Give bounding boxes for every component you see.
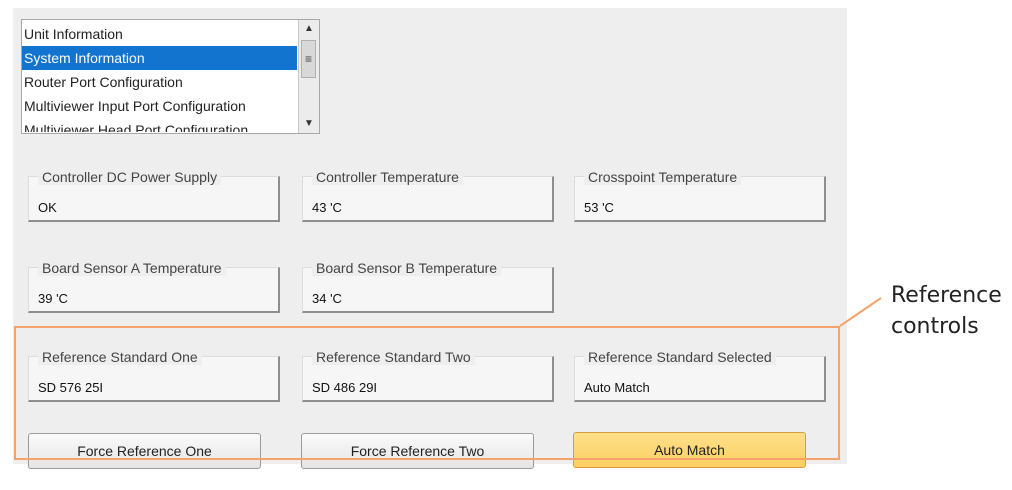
scroll-up-icon[interactable]: ▲ (299, 20, 319, 38)
list-item-multiviewer-head-port-configuration[interactable]: Multiviewer Head Port Configuration (22, 118, 297, 132)
status-value: OK (38, 200, 57, 215)
scroll-down-icon[interactable]: ▼ (299, 115, 319, 133)
controller-dc-power-supply-box: Controller DC Power Supply OK (28, 169, 280, 222)
status-label: Board Sensor A Temperature (38, 260, 226, 276)
list-item-system-information[interactable]: System Information (22, 46, 297, 70)
list-scrollbar[interactable]: ▲ ≡ ▼ (298, 20, 319, 133)
callout-line-1: Reference (891, 283, 1002, 308)
category-listbox[interactable]: Unit Information System Information Rout… (21, 19, 320, 134)
list-item-unit-information[interactable]: Unit Information (22, 22, 297, 46)
board-sensor-a-temperature-box: Board Sensor A Temperature 39 'C (28, 260, 280, 313)
status-value: 53 'C (584, 200, 614, 215)
status-value: 43 'C (312, 200, 342, 215)
status-label: Controller Temperature (312, 169, 463, 185)
callout-label: Reference controls (891, 280, 1002, 342)
category-list: Unit Information System Information Rout… (22, 22, 297, 132)
list-item-multiviewer-input-port-configuration[interactable]: Multiviewer Input Port Configuration (22, 94, 297, 118)
list-item-router-port-configuration[interactable]: Router Port Configuration (22, 70, 297, 94)
reference-controls-highlight (14, 326, 840, 460)
scroll-thumb-icon[interactable]: ≡ (301, 40, 316, 78)
status-value: 34 'C (312, 291, 342, 306)
status-label: Board Sensor B Temperature (312, 260, 502, 276)
status-value: 39 'C (38, 291, 68, 306)
controller-temperature-box: Controller Temperature 43 'C (302, 169, 554, 222)
callout-line-2: controls (891, 314, 979, 339)
status-label: Crosspoint Temperature (584, 169, 742, 185)
crosspoint-temperature-box: Crosspoint Temperature 53 'C (574, 169, 826, 222)
board-sensor-b-temperature-box: Board Sensor B Temperature 34 'C (302, 260, 554, 313)
status-label: Controller DC Power Supply (38, 169, 222, 185)
